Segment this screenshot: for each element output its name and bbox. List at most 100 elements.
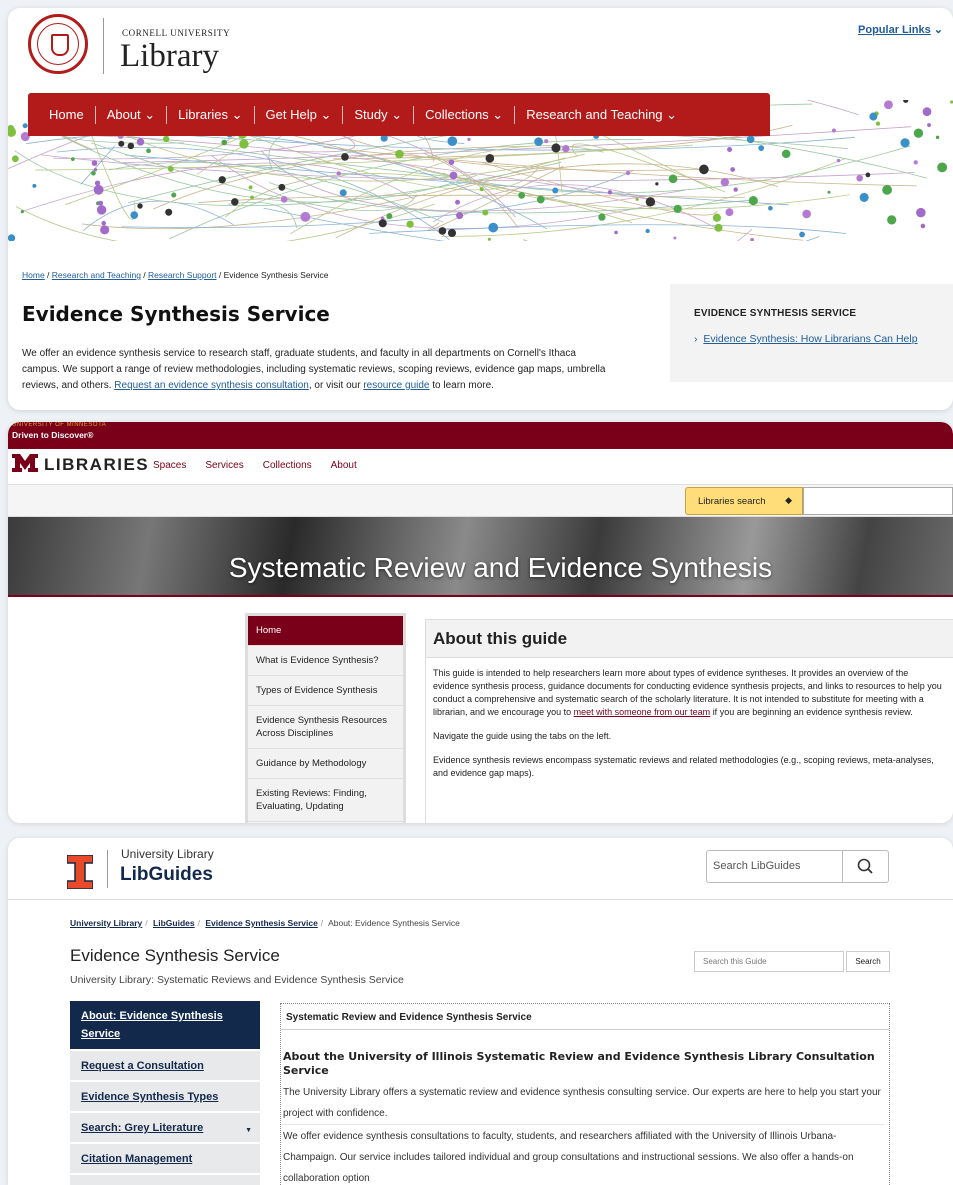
popular-links-label[interactable]: Popular Links <box>858 24 931 36</box>
network-node <box>614 230 618 235</box>
university-header-bar: UNIVERSITY OF MINNESOTA Driven to Discov… <box>8 422 953 449</box>
cornell-seal-logo[interactable] <box>28 14 88 74</box>
network-node <box>136 138 145 146</box>
intro-paragraph: We offer an evidence synthesis service t… <box>22 346 612 394</box>
network-node <box>607 190 613 195</box>
network-node <box>137 203 143 209</box>
nav-libraries[interactable]: Libraries ⌄ <box>167 105 255 124</box>
network-node <box>655 182 659 186</box>
nav-study[interactable]: Study ⌄ <box>343 105 415 124</box>
tab-types-of-evidence-synthesis[interactable]: Types of Evidence Synthesis <box>248 676 403 706</box>
network-node <box>8 127 17 137</box>
network-node <box>552 187 559 194</box>
search-scope-select[interactable]: Libraries search ◆ <box>685 487 803 515</box>
network-node <box>239 139 249 149</box>
tab-citation-management[interactable]: Citation Management <box>70 1144 260 1175</box>
tab-savvy-researcher[interactable]: Spring 2025 Savvy Researcher <box>70 1175 260 1185</box>
tab-evidence-synthesis-types[interactable]: Evidence Synthesis Types <box>70 1082 260 1113</box>
nav-collections[interactable]: Collections <box>263 460 312 471</box>
guide-search-button[interactable]: Search <box>846 951 890 972</box>
network-node <box>336 171 342 176</box>
nav-about[interactable]: About ⌄ <box>96 105 168 124</box>
libguides-wordmark[interactable]: LibGuides <box>120 864 213 886</box>
about-guide-heading: About this guide <box>426 620 953 658</box>
network-node <box>300 211 311 222</box>
request-consultation-link[interactable]: Request an evidence synthesis consultati… <box>114 380 309 391</box>
network-node <box>22 123 28 129</box>
breadcrumb-current: Evidence Synthesis Service <box>223 270 329 280</box>
network-node <box>922 107 932 117</box>
umn-wordmark[interactable]: UNIVERSITY OF MINNESOTA <box>12 422 106 428</box>
tab-guidance-by-methodology[interactable]: Guidance by Methodology <box>248 749 403 779</box>
tab-home[interactable]: Home <box>248 616 403 646</box>
libraries-wordmark[interactable]: LIBRARIES <box>44 455 149 475</box>
tab-request-consultation[interactable]: Request a Consultation <box>70 1051 260 1082</box>
sidebar-link-label[interactable]: Evidence Synthesis: How Librarians Can H… <box>703 333 917 345</box>
network-node <box>339 189 347 197</box>
tab-about[interactable]: About: Evidence Synthesis Service <box>70 1001 260 1051</box>
university-library-wordmark[interactable]: University Library <box>121 847 214 861</box>
network-node <box>673 204 682 213</box>
libguides-search-input[interactable]: Search LibGuides <box>713 860 800 872</box>
about-guide-body: This guide is intended to help researche… <box>426 658 953 800</box>
guide-tabs: About: Evidence Synthesis Service Reques… <box>70 1001 260 1185</box>
content-title: About the University of Illinois Systema… <box>283 1050 875 1077</box>
network-node <box>727 146 733 153</box>
cornell-university-wordmark[interactable]: CORNELL UNIVERSITY <box>122 28 230 38</box>
intro-text-3: to learn more. <box>432 380 494 391</box>
nav-home[interactable]: Home <box>38 105 96 124</box>
nav-research-and-teaching[interactable]: Research and Teaching ⌄ <box>515 106 688 124</box>
about-paragraph-1: This guide is intended to help researche… <box>433 667 946 719</box>
network-node <box>487 237 491 241</box>
network-node <box>730 167 735 172</box>
cornell-library-wordmark[interactable]: Library <box>120 38 219 75</box>
network-node <box>406 220 414 228</box>
breadcrumb-university-library[interactable]: University Library <box>70 918 142 928</box>
breadcrumb-research-support[interactable]: Research Support <box>148 270 217 280</box>
network-node <box>714 223 723 232</box>
tab-what-is-evidence-synthesis[interactable]: What is Evidence Synthesis? <box>248 646 403 676</box>
network-node <box>699 164 709 175</box>
block-m-logo-icon[interactable] <box>12 454 38 472</box>
breadcrumb-research-teaching[interactable]: Research and Teaching <box>52 270 141 280</box>
network-node <box>935 135 940 140</box>
network-node <box>70 157 75 161</box>
network-node <box>93 184 104 195</box>
tab-grey-literature[interactable]: Search: Grey Literature ▼ <box>70 1113 260 1144</box>
nav-collections[interactable]: Collections ⌄ <box>414 105 516 124</box>
network-node <box>449 171 458 180</box>
network-node <box>536 195 545 204</box>
resource-guide-link[interactable]: resource guide <box>363 380 429 391</box>
guide-subtitle: University Library: Systematic Reviews a… <box>70 974 404 986</box>
search-icon <box>857 858 873 874</box>
libraries-nav-links: Spaces Services Collections About <box>153 460 357 471</box>
tab-existing-reviews[interactable]: Existing Reviews: Finding, Evaluating, U… <box>248 779 403 822</box>
network-node <box>635 197 639 201</box>
breadcrumb-home[interactable]: Home <box>22 270 45 280</box>
network-node <box>130 211 139 219</box>
network-node <box>827 190 831 194</box>
network-node <box>882 184 892 195</box>
libraries-search-input[interactable] <box>803 487 953 515</box>
tab-resources-across-disciplines[interactable]: Evidence Synthesis Resources Across Disc… <box>248 706 403 749</box>
nav-get-help[interactable]: Get Help ⌄ <box>255 105 344 124</box>
about-guide-box: About this guide This guide is intended … <box>425 619 953 823</box>
network-node <box>488 222 499 233</box>
network-node <box>171 192 177 198</box>
network-node <box>768 205 773 211</box>
umn-libraries-panel: UNIVERSITY OF MINNESOTA Driven to Discov… <box>8 422 953 823</box>
page-title: Evidence Synthesis Service <box>22 302 330 326</box>
search-button[interactable] <box>842 851 888 882</box>
breadcrumb-libguides[interactable]: LibGuides <box>153 918 195 928</box>
meet-team-link[interactable]: meet with someone from our team <box>574 707 711 717</box>
guide-search-input[interactable]: Search this Guide <box>694 951 844 972</box>
nav-services[interactable]: Services <box>205 460 243 471</box>
nav-about[interactable]: About <box>331 460 357 471</box>
nav-spaces[interactable]: Spaces <box>153 460 186 471</box>
popular-links-menu[interactable]: Popular Links ⌄ <box>858 23 943 36</box>
sidebar-link-how-librarians-help[interactable]: › Evidence Synthesis: How Librarians Can… <box>694 333 953 345</box>
block-i-logo-icon[interactable] <box>67 855 93 889</box>
breadcrumb-evidence-synthesis[interactable]: Evidence Synthesis Service <box>205 918 317 928</box>
network-node <box>598 213 606 221</box>
network-node <box>781 149 791 159</box>
